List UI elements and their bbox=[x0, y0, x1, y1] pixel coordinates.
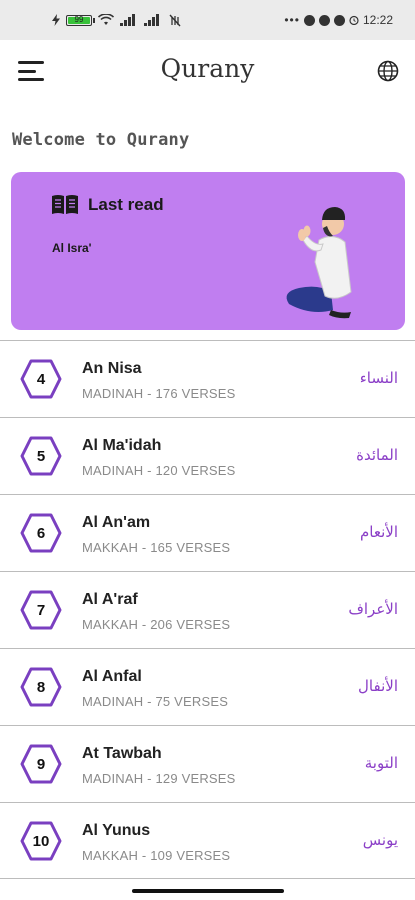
surah-number-badge: 6 bbox=[20, 513, 62, 553]
surah-name: At Tawbah bbox=[82, 745, 162, 762]
surah-arabic-name: التوبة bbox=[364, 754, 398, 772]
surah-number-badge: 4 bbox=[20, 359, 62, 399]
gesture-bar[interactable] bbox=[132, 889, 284, 893]
surah-number: 10 bbox=[32, 832, 50, 850]
more-dots-icon: ••• bbox=[284, 13, 300, 27]
surah-number-badge: 10 bbox=[20, 821, 62, 861]
surah-arabic-name: يونس bbox=[362, 831, 398, 849]
praying-man-illustration bbox=[286, 207, 352, 319]
surah-arabic-name: المائدة bbox=[356, 446, 398, 464]
app-bar: Qurany bbox=[0, 40, 415, 102]
surah-arabic-name: النساء bbox=[359, 369, 398, 387]
surah-name: Al An'am bbox=[82, 514, 151, 531]
surah-meta: MADINAH - 75 VERSES bbox=[82, 694, 229, 709]
surah-arabic-name: الأنفال bbox=[358, 677, 398, 695]
surah-row[interactable]: 6 Al An'am MAKKAH - 165 VERSES الأنعام bbox=[0, 494, 415, 571]
surah-name: Al Ma'idah bbox=[82, 437, 162, 454]
globe-icon[interactable] bbox=[377, 60, 399, 82]
surah-number: 9 bbox=[36, 755, 46, 773]
surah-number-badge: 9 bbox=[20, 744, 62, 784]
surah-arabic-name: الأعراف bbox=[348, 600, 398, 618]
last-read-surah: Al Isra' bbox=[52, 241, 92, 255]
last-read-card[interactable]: Last read Al Isra' bbox=[11, 172, 405, 330]
bolt-icon bbox=[52, 14, 60, 26]
battery-icon: 99 bbox=[66, 14, 95, 26]
surah-row[interactable]: 8 Al Anfal MADINAH - 75 VERSES الأنفال bbox=[0, 648, 415, 725]
surah-row[interactable]: 7 Al A'raf MAKKAH - 206 VERSES الأعراف bbox=[0, 571, 415, 648]
battery-percent: 99 bbox=[74, 14, 84, 24]
surah-number: 4 bbox=[36, 370, 46, 388]
open-book-icon bbox=[52, 195, 78, 214]
surah-name: Al Yunus bbox=[82, 822, 151, 839]
wifi-icon bbox=[98, 14, 114, 25]
surah-meta: MADINAH - 120 VERSES bbox=[82, 463, 236, 478]
status-bar: 99 ••• 12:22 bbox=[0, 0, 415, 40]
last-read-header: Last read bbox=[51, 194, 164, 216]
status-icons-left: 99 bbox=[52, 14, 182, 27]
app-notification-icon bbox=[303, 14, 315, 26]
status-time: 12:22 bbox=[362, 13, 393, 27]
surah-number: 7 bbox=[36, 601, 46, 619]
surah-number: 5 bbox=[36, 447, 46, 465]
surah-name: An Nisa bbox=[82, 360, 142, 377]
messenger-icon bbox=[333, 14, 345, 26]
surah-list: 4 An Nisa MADINAH - 176 VERSES النساء 5 Al Ma… bbox=[0, 340, 415, 879]
surah-arabic-name: الأنعام bbox=[360, 523, 398, 541]
app-notification-icon bbox=[318, 14, 330, 26]
hamburger-menu-icon[interactable] bbox=[18, 61, 44, 81]
last-read-label: Last read bbox=[88, 195, 164, 214]
surah-row[interactable]: 9 At Tawbah MADINAH - 129 VERSES التوبة bbox=[0, 725, 415, 802]
surah-meta: MAKKAH - 109 VERSES bbox=[82, 848, 231, 863]
surah-meta: MADINAH - 129 VERSES bbox=[82, 771, 236, 786]
surah-meta: MAKKAH - 206 VERSES bbox=[82, 617, 231, 632]
surah-number-badge: 5 bbox=[20, 436, 62, 476]
surah-name: Al Anfal bbox=[82, 668, 142, 685]
signal-icon bbox=[120, 14, 135, 26]
surah-number-badge: 7 bbox=[20, 590, 62, 630]
surah-row[interactable]: 4 An Nisa MADINAH - 176 VERSES النساء bbox=[0, 340, 415, 417]
alarm-icon bbox=[349, 15, 359, 25]
surah-number: 6 bbox=[36, 524, 46, 542]
app-title: Qurany bbox=[160, 54, 255, 83]
signal-icon bbox=[144, 14, 159, 26]
welcome-text: Welcome to Qurany bbox=[12, 130, 190, 150]
surah-row[interactable]: 10 Al Yunus MAKKAH - 109 VERSES يونس bbox=[0, 802, 415, 879]
no-data-icon bbox=[169, 14, 181, 26]
surah-number-badge: 8 bbox=[20, 667, 62, 707]
surah-meta: MADINAH - 176 VERSES bbox=[82, 386, 236, 401]
surah-number: 8 bbox=[36, 678, 46, 696]
surah-name: Al A'raf bbox=[82, 591, 138, 608]
status-icons-right: ••• 12:22 bbox=[284, 13, 393, 27]
surah-meta: MAKKAH - 165 VERSES bbox=[82, 540, 231, 555]
surah-row[interactable]: 5 Al Ma'idah MADINAH - 120 VERSES المائدة bbox=[0, 417, 415, 494]
